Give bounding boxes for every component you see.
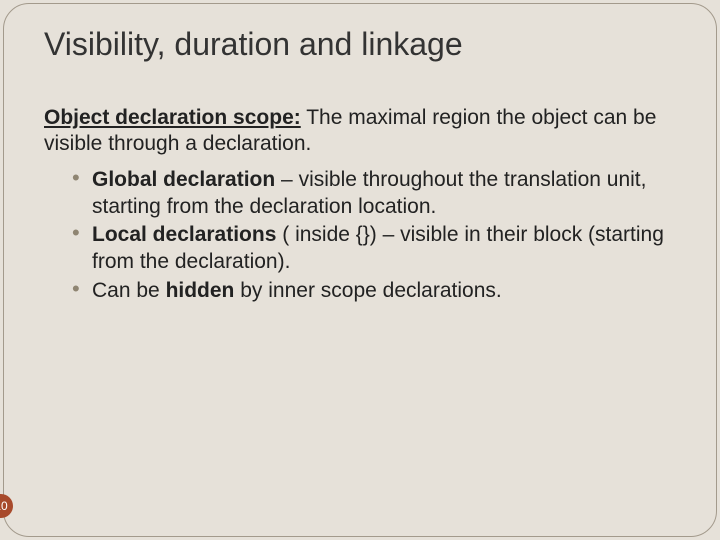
list-item: Can be hidden by inner scope declaration… [74, 277, 680, 304]
bullet-bold: hidden [166, 279, 235, 302]
page-number-badge: 10 [0, 494, 13, 518]
bullet-bold: Local declarations [92, 223, 276, 246]
list-item: Global declaration – visible throughout … [74, 166, 680, 221]
intro-lead: Object declaration scope: [44, 106, 301, 129]
slide-title: Visibility, duration and linkage [44, 26, 680, 63]
bullet-text-pre: Can be [92, 279, 166, 302]
slide-content: Visibility, duration and linkage Object … [0, 0, 720, 540]
bullet-list: Global declaration – visible throughout … [56, 166, 680, 304]
bullet-bold: Global declaration [92, 168, 275, 191]
bullet-text: by inner scope declarations. [234, 279, 501, 302]
intro-paragraph: Object declaration scope: The maximal re… [44, 105, 680, 158]
list-item: Local declarations ( inside {}) – visibl… [74, 221, 680, 276]
